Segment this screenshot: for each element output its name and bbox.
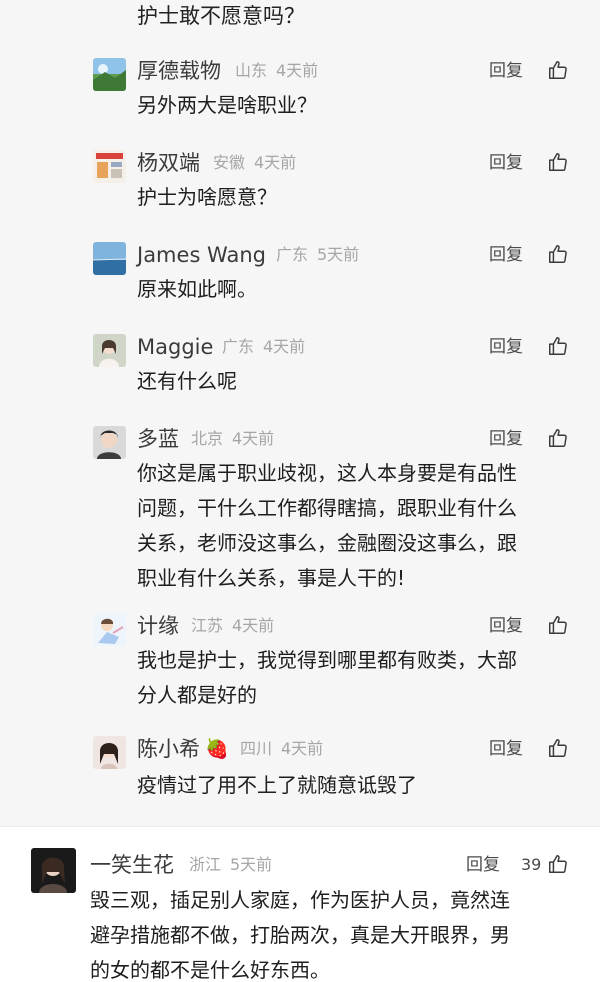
reply-text: 另外两大是啥职业？ bbox=[137, 93, 317, 117]
time-label: 4天前 bbox=[232, 429, 275, 448]
avatar[interactable] bbox=[93, 242, 126, 275]
time-label: 4天前 bbox=[254, 153, 297, 172]
user-name[interactable]: 杨双端 bbox=[137, 150, 200, 176]
reply-text-line: 问题，干什么工作都得瞎搞，跟职业有什么 bbox=[137, 496, 517, 520]
like-count: 39 bbox=[521, 855, 542, 874]
reply-thread: 护士敢不愿意吗？ 厚德载物 山东 4天前 回复 另外两大是啥职业？ 杨双端 安徽… bbox=[0, 0, 600, 826]
reply-button[interactable]: 回复 bbox=[489, 242, 523, 268]
location-label: 北京 bbox=[191, 429, 224, 448]
user-name[interactable]: Maggie bbox=[137, 334, 213, 360]
location-label: 山东 bbox=[235, 61, 268, 80]
time-label: 4天前 bbox=[281, 739, 324, 758]
user-name[interactable]: 多蓝 bbox=[137, 426, 179, 452]
reply-text: 护士为啥愿意？ bbox=[137, 185, 277, 209]
user-name[interactable]: 计缘 bbox=[137, 613, 179, 639]
comment-text-fragment: 护士敢不愿意吗？ bbox=[137, 4, 305, 28]
thumbs-up-icon[interactable] bbox=[547, 614, 569, 636]
reply-text-line: 职业有什么关系，事是人干的! bbox=[137, 566, 406, 590]
comment-text-line: 的女的都不是什么好东西。 bbox=[90, 958, 330, 982]
reply-text: 疫情过了用不上了就随意诋毁了 bbox=[137, 773, 417, 797]
avatar[interactable] bbox=[93, 613, 126, 646]
thumbs-up-icon[interactable] bbox=[547, 853, 569, 875]
location-label: 安徽 bbox=[213, 153, 246, 172]
avatar[interactable] bbox=[93, 426, 126, 459]
avatar[interactable] bbox=[31, 848, 76, 893]
thumbs-up-icon[interactable] bbox=[547, 335, 569, 357]
strawberry-icon: 🍓 bbox=[205, 738, 229, 760]
user-name[interactable]: 厚德载物 bbox=[137, 58, 221, 84]
comment-text-line: 避孕措施都不做，打胎两次，真是大开眼界，男 bbox=[90, 923, 510, 947]
user-name[interactable]: 一笑生花 bbox=[90, 852, 174, 878]
user-name[interactable]: 陈小希 bbox=[137, 736, 200, 762]
reply-text-line: 我也是护士，我觉得到哪里都有败类，大部 bbox=[137, 648, 517, 672]
reply-button[interactable]: 回复 bbox=[489, 613, 523, 639]
reply-button[interactable]: 回复 bbox=[489, 736, 523, 762]
reply-text-line: 关系，老师没这事么，金融圈没这事么，跟 bbox=[137, 531, 517, 555]
reply-button[interactable]: 回复 bbox=[466, 852, 500, 878]
thumbs-up-icon[interactable] bbox=[547, 151, 569, 173]
avatar[interactable] bbox=[93, 736, 126, 769]
time-label: 5天前 bbox=[230, 855, 273, 874]
thumbs-up-icon[interactable] bbox=[547, 243, 569, 265]
reply-text-line: 分人都是好的 bbox=[137, 683, 257, 707]
avatar[interactable] bbox=[93, 58, 126, 91]
location-label: 江苏 bbox=[191, 616, 224, 635]
reply-text: 原来如此啊。 bbox=[137, 277, 257, 301]
reply-button[interactable]: 回复 bbox=[489, 58, 523, 84]
time-label: 4天前 bbox=[276, 61, 319, 80]
location-label: 广东 bbox=[276, 245, 309, 264]
reply-button[interactable]: 回复 bbox=[489, 426, 523, 452]
location-label: 浙江 bbox=[189, 855, 222, 874]
time-label: 4天前 bbox=[263, 337, 306, 356]
thumbs-up-icon[interactable] bbox=[547, 737, 569, 759]
avatar[interactable] bbox=[93, 150, 126, 183]
reply-button[interactable]: 回复 bbox=[489, 150, 523, 176]
reply-text: 还有什么呢 bbox=[137, 369, 237, 393]
avatar[interactable] bbox=[93, 334, 126, 367]
location-label: 广东 bbox=[222, 337, 255, 356]
divider bbox=[0, 826, 600, 827]
comment-text-line: 毁三观，插足别人家庭，作为医护人员，竟然连 bbox=[90, 888, 510, 912]
user-name[interactable]: James Wang bbox=[137, 242, 266, 268]
thumbs-up-icon[interactable] bbox=[547, 59, 569, 81]
reply-text-line: 你这是属于职业歧视，这人本身要是有品性 bbox=[137, 461, 517, 485]
location-label: 四川 bbox=[240, 739, 273, 758]
thumbs-up-icon[interactable] bbox=[547, 427, 569, 449]
time-label: 5天前 bbox=[317, 245, 360, 264]
reply-button[interactable]: 回复 bbox=[489, 334, 523, 360]
time-label: 4天前 bbox=[232, 616, 275, 635]
